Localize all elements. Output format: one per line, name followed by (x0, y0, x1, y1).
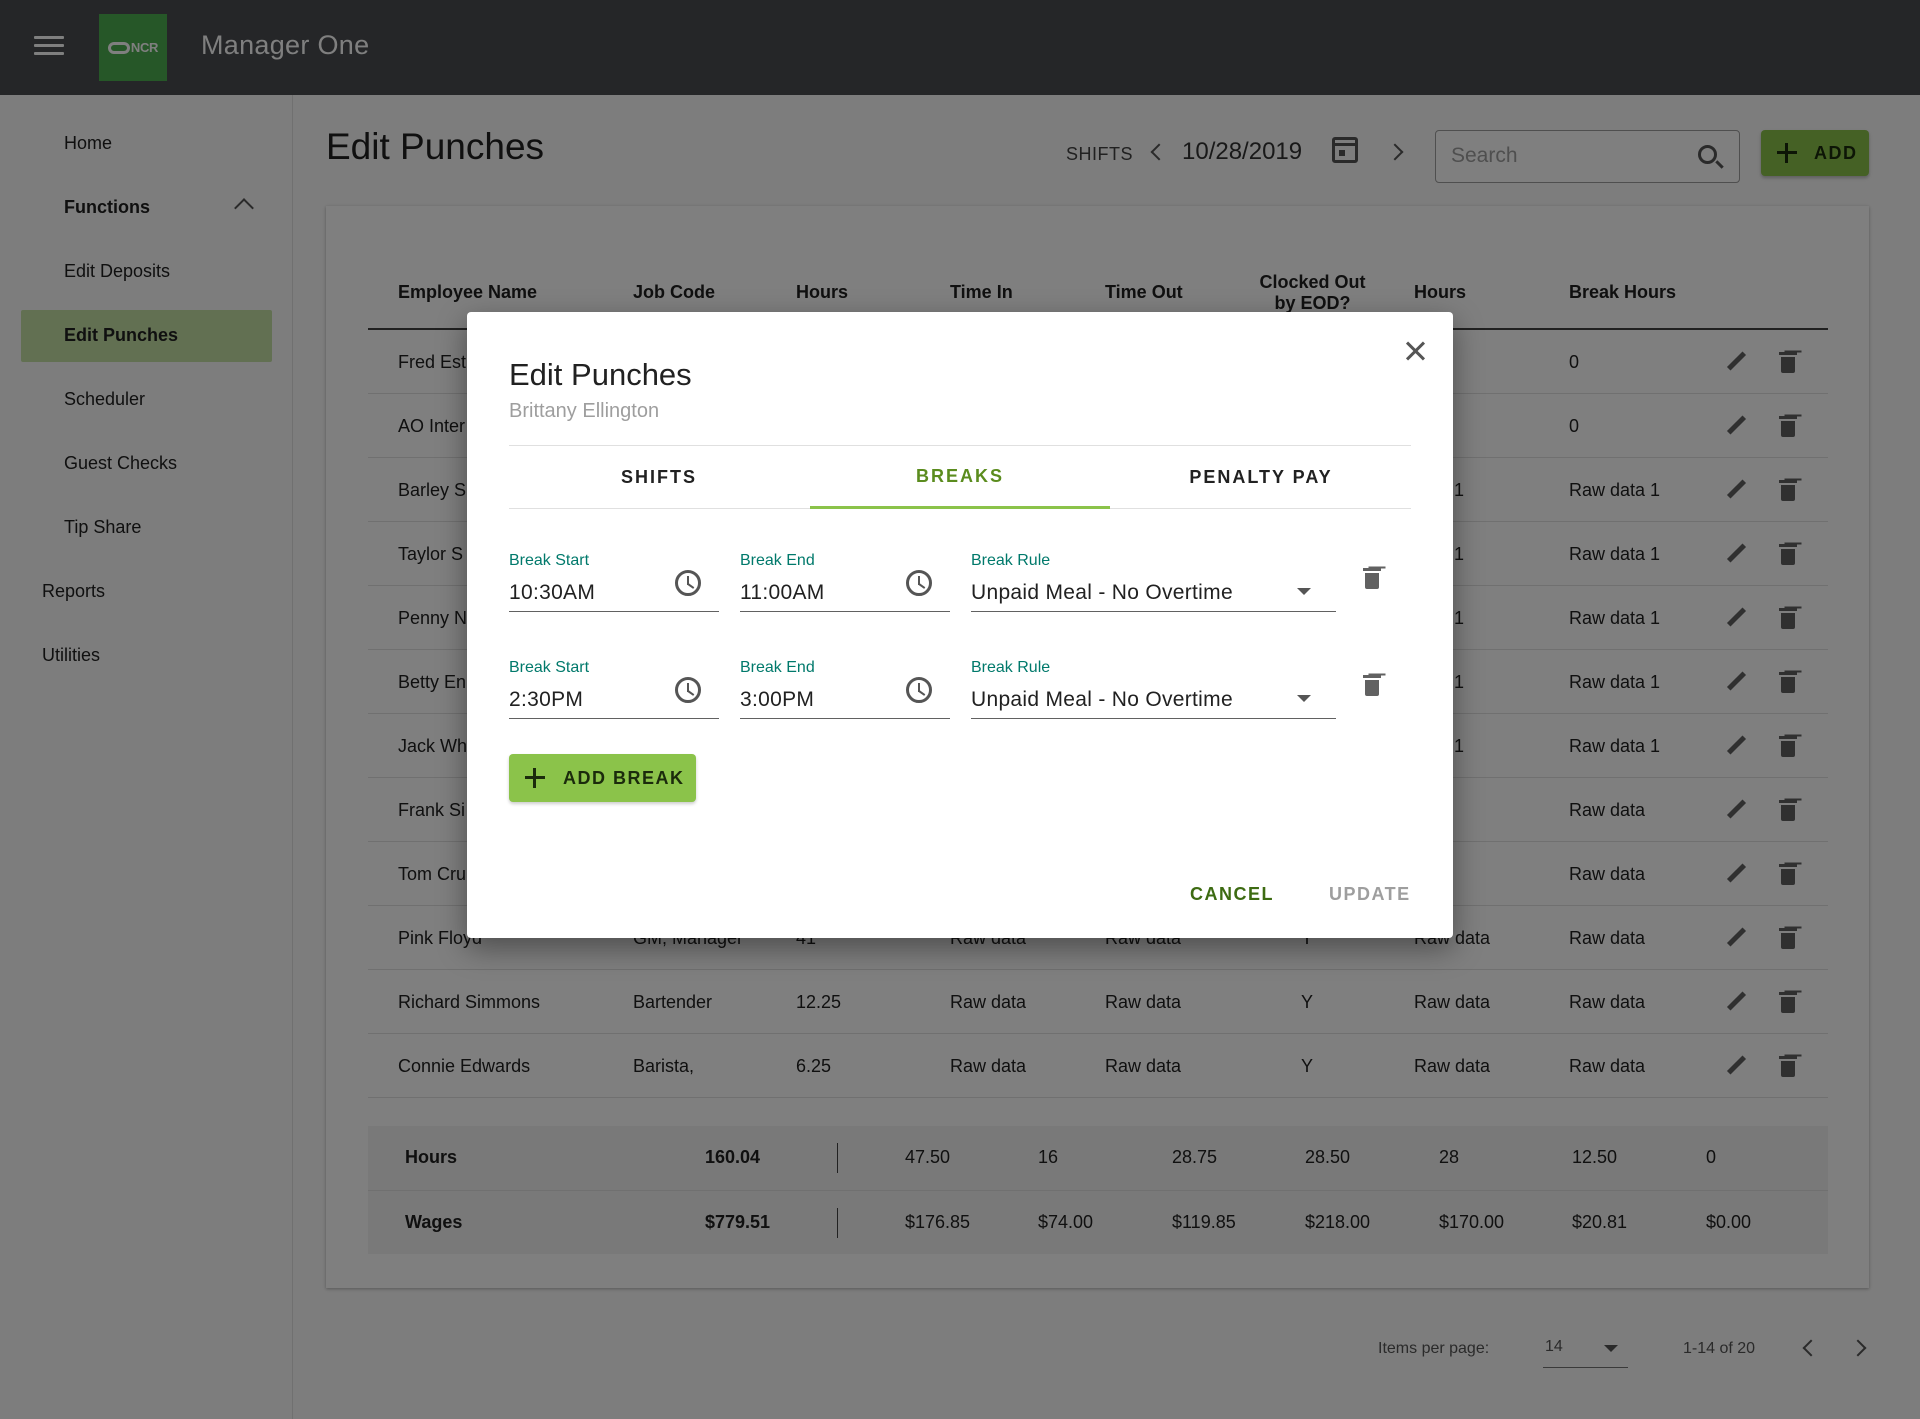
plus-icon (525, 768, 545, 788)
break-end-value: 11:00AM (740, 581, 825, 604)
break-rule-label: Break Rule (971, 552, 1051, 569)
add-break-button[interactable]: ADD BREAK (509, 754, 696, 802)
dialog-subtitle: Brittany Ellington (509, 400, 660, 422)
clock-icon[interactable] (675, 570, 701, 596)
break-start-field[interactable]: Break Start 10:30AM (509, 552, 719, 612)
break-end-field[interactable]: Break End 11:00AM (740, 552, 950, 612)
tab-shifts[interactable]: SHIFTS (509, 446, 809, 509)
tab-breaks[interactable]: BREAKS (810, 446, 1110, 509)
break-start-label: Break Start (509, 659, 590, 676)
caret-down-icon (1297, 695, 1311, 702)
clock-icon[interactable] (906, 570, 932, 596)
break-start-value: 2:30PM (509, 688, 584, 711)
edit-punches-dialog: Edit Punches Brittany Ellington SHIFTS B… (467, 312, 1453, 938)
break-start-field[interactable]: Break Start 2:30PM (509, 659, 719, 719)
add-break-label: ADD BREAK (563, 767, 685, 788)
delete-break-icon[interactable] (1363, 674, 1381, 696)
break-rule-value: Unpaid Meal - No Overtime (971, 688, 1233, 711)
caret-down-icon (1297, 588, 1311, 595)
update-button[interactable]: UPDATE (1329, 884, 1411, 905)
break-rule-value: Unpaid Meal - No Overtime (971, 581, 1233, 604)
clock-icon[interactable] (906, 677, 932, 703)
delete-break-icon[interactable] (1363, 567, 1381, 589)
break-end-label: Break End (740, 659, 815, 676)
break-rule-select[interactable]: Break Rule Unpaid Meal - No Overtime (971, 552, 1336, 612)
break-rule-select[interactable]: Break Rule Unpaid Meal - No Overtime (971, 659, 1336, 719)
close-icon[interactable] (1402, 337, 1430, 365)
break-end-field[interactable]: Break End 3:00PM (740, 659, 950, 719)
clock-icon[interactable] (675, 677, 701, 703)
break-start-value: 10:30AM (509, 581, 596, 604)
tab-penalty-pay[interactable]: PENALTY PAY (1111, 446, 1411, 509)
cancel-button[interactable]: CANCEL (1190, 884, 1274, 905)
dialog-tabs: SHIFTS BREAKS PENALTY PAY (509, 446, 1411, 509)
break-start-label: Break Start (509, 552, 590, 569)
break-end-value: 3:00PM (740, 688, 815, 711)
break-rule-label: Break Rule (971, 659, 1051, 676)
break-end-label: Break End (740, 552, 815, 569)
dialog-title: Edit Punches (509, 357, 692, 392)
